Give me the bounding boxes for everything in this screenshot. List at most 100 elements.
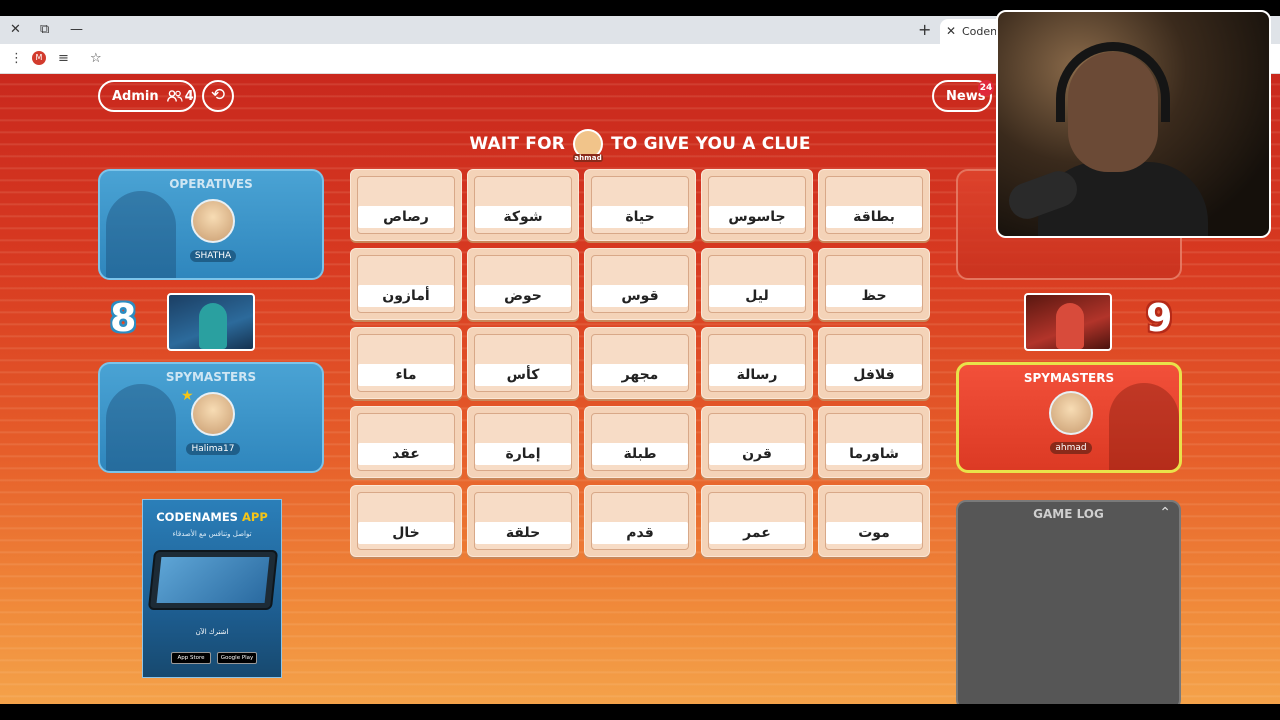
promo-title: CODENAMES APP xyxy=(143,510,281,524)
menu-kebab-icon[interactable]: ⋮ xyxy=(10,51,23,66)
red-agent-figure xyxy=(1056,303,1084,349)
players-count: 4 xyxy=(166,88,194,104)
word-card[interactable]: قوس xyxy=(584,248,696,320)
blue-agent-figure xyxy=(199,303,227,349)
word-card[interactable]: قرن xyxy=(701,406,813,478)
word-card[interactable]: قدم xyxy=(584,485,696,557)
word-card[interactable]: بطاقة xyxy=(818,169,930,241)
promo-cta: اشترك الآن xyxy=(195,628,229,636)
word-card-label: رصاص xyxy=(358,206,454,228)
blue-spymasters-title: SPYMASTERS xyxy=(165,370,257,384)
player-name: SHATHA xyxy=(189,250,237,262)
clue-giver-name: ahmad xyxy=(573,154,604,162)
tablet-screen xyxy=(156,557,270,603)
word-card-label: مجهر xyxy=(592,364,688,386)
clue-giver-avatar: ahmad xyxy=(573,129,604,162)
player-avatar xyxy=(1049,391,1093,435)
word-card[interactable]: حظ xyxy=(818,248,930,320)
window-minimize-icon[interactable]: — xyxy=(70,22,83,37)
admin-label: Admin xyxy=(112,88,159,104)
app-store-badge[interactable]: App Store xyxy=(171,652,211,664)
players-icon xyxy=(166,90,183,102)
word-card[interactable]: عقد xyxy=(350,406,462,478)
word-card[interactable]: كأس xyxy=(467,327,579,399)
blue-operative-art xyxy=(106,191,176,278)
word-card-label: أمازون xyxy=(358,285,454,307)
word-card-label: رسالة xyxy=(709,364,805,386)
blue-spymaster-art xyxy=(106,384,176,471)
word-card-label: ماء xyxy=(358,364,454,386)
word-card-label: طبلة xyxy=(592,443,688,465)
players-count-value: 4 xyxy=(184,88,194,104)
refresh-icon[interactable]: ⟲ xyxy=(202,80,234,112)
reading-list-icon[interactable]: ≡ xyxy=(58,51,69,66)
word-card-label: فلافل xyxy=(826,364,922,386)
red-spymaster-player[interactable]: ahmad xyxy=(1041,391,1101,454)
blue-operative-player[interactable]: SHATHA xyxy=(183,199,243,262)
bookmark-star-icon[interactable]: ☆ xyxy=(90,51,102,66)
word-card[interactable]: أمازون xyxy=(350,248,462,320)
word-card[interactable]: حوض xyxy=(467,248,579,320)
google-play-badge[interactable]: Google Play xyxy=(217,652,257,664)
word-card-label: كأس xyxy=(475,364,571,386)
word-card-label: إمارة xyxy=(475,443,571,465)
clue-status-headline: WAIT FOR ahmad TO GIVE YOU A CLUE xyxy=(440,128,840,162)
blue-score: 8 xyxy=(110,296,137,340)
blue-agent-card xyxy=(167,293,255,351)
new-tab-button[interactable]: + xyxy=(918,20,931,39)
word-card-label: عمر xyxy=(709,522,805,544)
word-card[interactable]: رصاص xyxy=(350,169,462,241)
promo-subtitle: تواصل وتنافس مع الأصدقاء xyxy=(172,530,252,538)
word-card[interactable]: حياة xyxy=(584,169,696,241)
promo-title-main: CODENAMES xyxy=(156,510,238,524)
blue-operatives-title: OPERATIVES xyxy=(169,177,253,191)
word-card-label: بطاقة xyxy=(826,206,922,228)
word-card[interactable]: جاسوس xyxy=(701,169,813,241)
word-card[interactable]: رسالة xyxy=(701,327,813,399)
codenames-app-promo[interactable]: CODENAMES APP تواصل وتنافس مع الأصدقاء ا… xyxy=(142,499,282,678)
blue-operatives-panel: OPERATIVES SHATHA xyxy=(98,169,324,280)
tab-close-icon[interactable]: ✕ xyxy=(946,24,956,38)
word-card[interactable]: فلافل xyxy=(818,327,930,399)
word-card-label: قوس xyxy=(592,285,688,307)
word-card-label: حياة xyxy=(592,206,688,228)
word-card-label: قدم xyxy=(592,522,688,544)
crown-icon: ★ xyxy=(181,388,194,404)
screen-bottom-bar xyxy=(0,704,1280,720)
game-log-title: GAME LOG xyxy=(1033,507,1104,521)
admin-button[interactable]: Admin 4 xyxy=(98,80,196,112)
word-card-label: ليل xyxy=(709,285,805,307)
word-card-label: حوض xyxy=(475,285,571,307)
word-card[interactable]: شاورما xyxy=(818,406,930,478)
word-card-label: حلقة xyxy=(475,522,571,544)
word-card[interactable]: طبلة xyxy=(584,406,696,478)
word-card[interactable]: شوكة xyxy=(467,169,579,241)
player-avatar xyxy=(191,392,235,436)
chevron-up-icon[interactable]: ⌃ xyxy=(1159,505,1171,521)
promo-tablet-image xyxy=(147,550,279,610)
word-card-label: شاورما xyxy=(826,443,922,465)
word-card-label: قرن xyxy=(709,443,805,465)
blue-spymaster-player[interactable]: ★ Halima17 xyxy=(181,388,243,455)
window-close-icon[interactable]: ✕ xyxy=(10,22,21,37)
word-card[interactable]: مجهر xyxy=(584,327,696,399)
word-card-label: موت xyxy=(826,522,922,544)
word-card[interactable]: ليل xyxy=(701,248,813,320)
headline-suffix: TO GIVE YOU A CLUE xyxy=(611,134,811,154)
word-card-label: حظ xyxy=(826,285,922,307)
word-card[interactable]: ماء xyxy=(350,327,462,399)
word-card[interactable]: حلقة xyxy=(467,485,579,557)
player-name: Halima17 xyxy=(186,443,240,455)
profile-avatar[interactable]: M xyxy=(32,51,46,65)
word-card[interactable]: إمارة xyxy=(467,406,579,478)
promo-title-app: APP xyxy=(241,510,268,524)
headline-prefix: WAIT FOR xyxy=(469,134,566,154)
window-restore-icon[interactable]: ⧉ xyxy=(40,22,49,37)
word-card[interactable]: خال xyxy=(350,485,462,557)
word-card[interactable]: عمر xyxy=(701,485,813,557)
word-card-label: جاسوس xyxy=(709,206,805,228)
word-card[interactable]: موت xyxy=(818,485,930,557)
word-card-label: خال xyxy=(358,522,454,544)
news-badge: 24 xyxy=(978,80,994,96)
webcam-overlay xyxy=(996,10,1271,238)
